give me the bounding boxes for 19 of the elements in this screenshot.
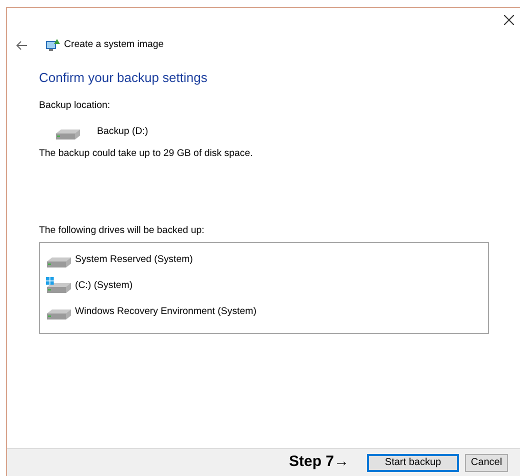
step-annotation: Step 7→: [288, 452, 349, 472]
backup-computer-icon: [45, 38, 60, 52]
drive-icon: [46, 256, 72, 268]
back-arrow-icon: [16, 40, 27, 50]
location-label: Backup location:: [39, 98, 110, 113]
drive-name: Windows Recovery Environment (System): [75, 304, 256, 319]
page-heading: Confirm your backup settings: [39, 70, 208, 86]
cancel-button[interactable]: Cancel: [465, 454, 508, 472]
backup-location: Backup (D:): [97, 124, 148, 139]
window-title: Create a system image: [64, 38, 164, 52]
drive-name: (C:) (System): [75, 278, 133, 293]
close-icon: [504, 15, 514, 25]
drive-icon: [46, 308, 72, 320]
drives-label: The following drives will be backed up:: [39, 224, 204, 238]
disk-space-note: The backup could take up to 29 GB of disk space.: [39, 147, 253, 162]
drive-icon: [55, 128, 81, 140]
system-drive-icon: [46, 277, 72, 296]
drive-name: System Reserved (System): [75, 252, 193, 267]
start-button[interactable]: Start backup: [367, 454, 459, 472]
